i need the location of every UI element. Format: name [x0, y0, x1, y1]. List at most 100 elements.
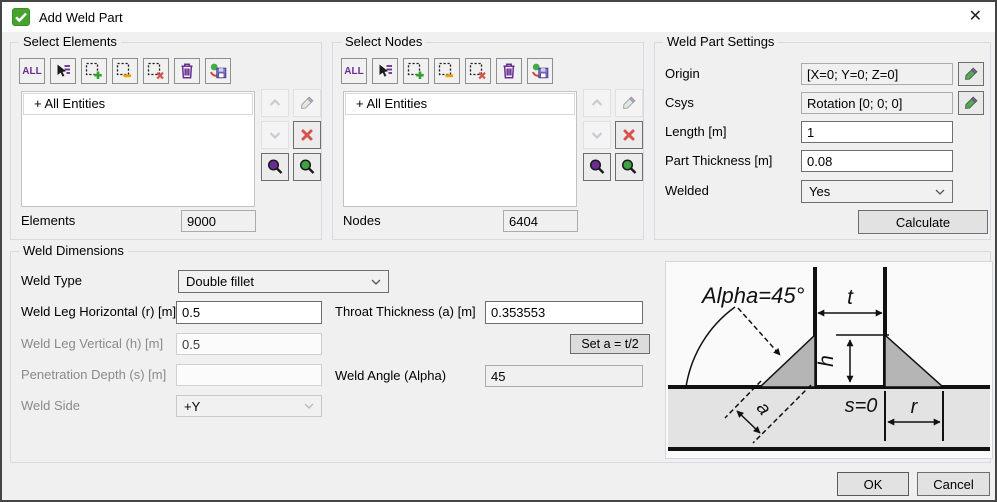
delete-item-button[interactable] — [615, 121, 643, 149]
clear-button[interactable] — [496, 58, 522, 84]
edit-csys-button[interactable] — [958, 91, 984, 115]
part-thickness-label: Part Thickness [m] — [665, 150, 772, 172]
zoom-selection-button[interactable] — [261, 153, 289, 181]
csys-label: Csys — [665, 92, 694, 114]
pencil-icon — [621, 95, 637, 111]
throat-thickness-field[interactable] — [485, 301, 643, 324]
move-up-button[interactable] — [261, 89, 289, 117]
box-add-icon — [407, 62, 425, 80]
welded-value: Yes — [809, 184, 830, 199]
delete-item-button[interactable] — [293, 121, 321, 149]
box-add-icon — [85, 62, 103, 80]
select-nodes-title: Select Nodes — [341, 34, 426, 49]
weld-dimensions-group: Weld Dimensions Weld Type Double fillet … — [10, 251, 991, 463]
select-nodes-group: Select Nodes ALL + All Entities Nodes — [332, 42, 644, 240]
list-item[interactable]: + All Entities — [345, 93, 575, 115]
dialog-title: Add Weld Part — [39, 10, 123, 25]
select-all-button[interactable]: ALL — [19, 58, 45, 84]
select-all-button[interactable]: ALL — [341, 58, 367, 84]
edit-item-button[interactable] — [615, 89, 643, 117]
elements-count-field[interactable] — [181, 210, 256, 232]
dim-h-label: h — [815, 355, 838, 367]
save-selection-button[interactable] — [205, 58, 231, 84]
box-delete-icon — [147, 62, 165, 80]
x-icon — [621, 127, 637, 143]
pencil-icon — [963, 66, 979, 82]
clear-button[interactable] — [174, 58, 200, 84]
pencil-icon — [963, 95, 979, 111]
move-up-button[interactable] — [583, 89, 611, 117]
weld-part-settings-title: Weld Part Settings — [663, 34, 778, 49]
move-down-button[interactable] — [261, 121, 289, 149]
calculate-button[interactable]: Calculate — [858, 210, 988, 234]
zoom-selection-button[interactable] — [583, 153, 611, 181]
all-label: ALL — [344, 66, 363, 77]
nodes-listbox[interactable]: + All Entities — [343, 91, 577, 207]
nodes-count-field[interactable] — [503, 210, 578, 232]
app-check-icon — [12, 8, 30, 26]
chevron-down-icon — [304, 403, 314, 409]
weld-angle-field[interactable] — [485, 365, 643, 387]
weld-side-label: Weld Side — [21, 395, 80, 417]
subtract-selection-button[interactable] — [434, 58, 460, 84]
elements-listbox[interactable]: + All Entities — [21, 91, 255, 207]
part-thickness-field[interactable] — [801, 150, 953, 172]
dim-s-label: s=0 — [845, 395, 878, 417]
add-selection-button[interactable] — [403, 58, 429, 84]
add-selection-button[interactable] — [81, 58, 107, 84]
move-down-button[interactable] — [583, 121, 611, 149]
edit-origin-button[interactable] — [958, 62, 984, 86]
penetration-depth-field[interactable] — [176, 364, 322, 386]
origin-label: Origin — [665, 63, 700, 85]
origin-field[interactable] — [801, 63, 953, 85]
chevron-down-icon — [371, 279, 381, 285]
trash-icon — [178, 62, 196, 80]
weld-leg-horizontal-field[interactable] — [176, 301, 322, 324]
zoom-fit-button[interactable] — [293, 153, 321, 181]
remove-selection-button[interactable] — [143, 58, 169, 84]
weld-angle-label: Weld Angle (Alpha) — [335, 365, 446, 387]
cancel-button[interactable]: Cancel — [917, 472, 990, 496]
save-selection-icon — [531, 62, 549, 80]
set-a-button[interactable]: Set a = t/2 — [570, 334, 650, 354]
select-elements-title: Select Elements — [19, 34, 121, 49]
select-nodes-toolbar: ALL — [341, 58, 553, 84]
csys-field[interactable] — [801, 92, 953, 114]
weld-type-value: Double fillet — [186, 274, 254, 289]
weld-side-dropdown[interactable]: +Y — [176, 395, 322, 417]
length-field[interactable] — [801, 121, 953, 143]
all-label: ALL — [22, 66, 41, 77]
weld-leg-vertical-field[interactable] — [176, 333, 322, 355]
chevron-up-icon — [589, 95, 605, 111]
welded-dropdown[interactable]: Yes — [801, 180, 953, 203]
save-selection-button[interactable] — [527, 58, 553, 84]
close-icon[interactable]: ✕ — [969, 7, 982, 27]
magnifier-purple-icon — [588, 158, 606, 176]
magnifier-green-icon — [298, 158, 316, 176]
pick-from-list-button[interactable] — [372, 58, 398, 84]
trash-icon — [500, 62, 518, 80]
chevron-up-icon — [267, 95, 283, 111]
cursor-list-icon — [377, 63, 393, 79]
pencil-icon — [299, 95, 315, 111]
x-icon — [299, 127, 315, 143]
add-weld-part-dialog: Add Weld Part ✕ Select Elements ALL + Al… — [0, 0, 997, 502]
weld-type-dropdown[interactable]: Double fillet — [178, 270, 389, 293]
weld-diagram-svg: t h Alpha=45° a s=0 r — [666, 262, 992, 458]
chevron-down-icon — [935, 189, 945, 195]
length-label: Length [m] — [665, 121, 726, 143]
save-selection-icon — [209, 62, 227, 80]
dim-alpha-label: Alpha=45° — [700, 283, 805, 308]
edit-item-button[interactable] — [293, 89, 321, 117]
remove-selection-button[interactable] — [465, 58, 491, 84]
chevron-down-icon — [589, 127, 605, 143]
pick-from-list-button[interactable] — [50, 58, 76, 84]
zoom-fit-button[interactable] — [615, 153, 643, 181]
list-item[interactable]: + All Entities — [23, 93, 253, 115]
weld-leg-horizontal-label: Weld Leg Horizontal (r) [m] — [21, 301, 176, 323]
throat-thickness-label: Throat Thickness (a) [m] — [335, 301, 476, 323]
ok-button[interactable]: OK — [837, 472, 909, 496]
weld-type-label: Weld Type — [21, 270, 82, 292]
subtract-selection-button[interactable] — [112, 58, 138, 84]
box-subtract-icon — [438, 62, 456, 80]
